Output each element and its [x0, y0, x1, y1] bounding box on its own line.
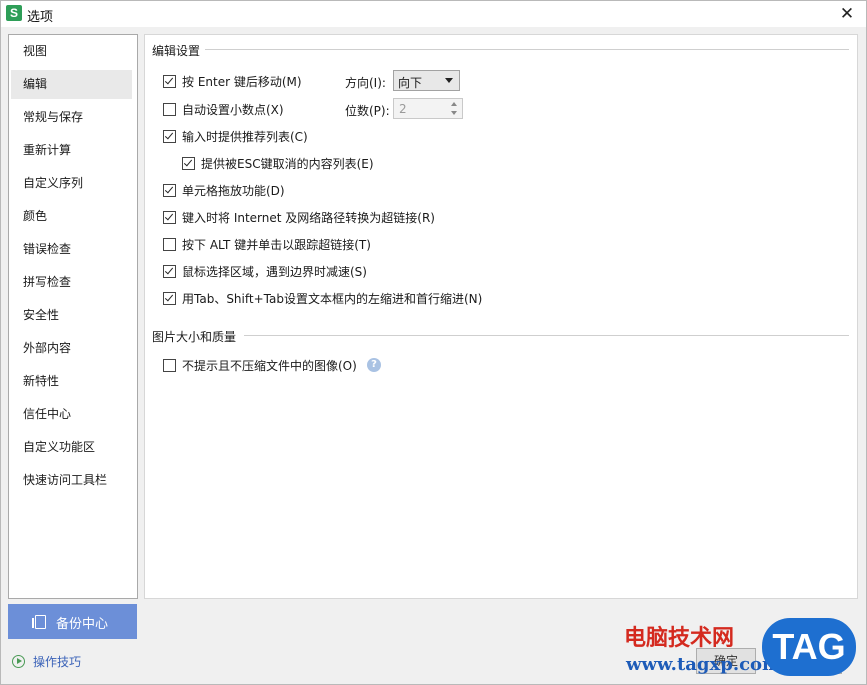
sidebar-item-spell-check[interactable]: 拼写检查 [11, 268, 132, 297]
direction-value: 向下 [398, 76, 423, 90]
sidebar-item-custom-lists[interactable]: 自定义序列 [11, 169, 132, 198]
option-label: 不提示且不压缩文件中的图像(O) [182, 358, 357, 373]
option-label: 鼠标选择区域，遇到边界时减速(S) [182, 264, 367, 279]
sidebar-item-customize-ribbon[interactable]: 自定义功能区 [11, 433, 132, 462]
option-no-compress-images[interactable]: 不提示且不压缩文件中的图像(O) [163, 357, 357, 373]
sidebar-item-view[interactable]: 视图 [11, 37, 132, 66]
checkbox[interactable] [163, 102, 176, 116]
checkbox[interactable] [163, 129, 176, 143]
checkbox[interactable] [163, 291, 176, 305]
direction-label: 方向(I): [345, 76, 386, 90]
section-divider [205, 49, 849, 50]
option-label: 键入时将 Internet 及网络路径转换为超链接(R) [182, 210, 435, 225]
window-title: 选项 [27, 10, 54, 25]
sidebar-item-new-features[interactable]: 新特性 [11, 367, 132, 396]
dropdown-arrow-icon [445, 78, 453, 83]
option-autocomplete-list[interactable]: 输入时提供推荐列表(C) [163, 128, 308, 144]
option-label: 按下 ALT 键并单击以跟踪超链接(T) [182, 237, 371, 252]
option-drag-drop[interactable]: 单元格拖放功能(D) [163, 182, 285, 198]
close-icon: ✕ [839, 4, 855, 24]
backup-center-label: 备份中心 [56, 617, 109, 632]
title-bar: S 选项 ✕ [1, 1, 866, 27]
sidebar-item-general-save[interactable]: 常规与保存 [11, 103, 132, 132]
option-esc-cancel-list[interactable]: 提供被ESC键取消的内容列表(E) [182, 155, 374, 171]
checkbox[interactable] [163, 183, 176, 197]
tips-link[interactable]: 操作技巧 [12, 652, 81, 670]
checkbox[interactable] [163, 264, 176, 278]
sidebar-item-external-content[interactable]: 外部内容 [11, 334, 132, 363]
direction-select[interactable]: 向下 [393, 70, 460, 91]
places-value: 2 [399, 102, 407, 116]
sidebar-item-recalculate[interactable]: 重新计算 [11, 136, 132, 165]
checkbox[interactable] [163, 74, 176, 88]
checkbox[interactable] [163, 237, 176, 251]
sidebar-item-quick-access-toolbar[interactable]: 快速访问工具栏 [11, 466, 132, 495]
section-title-edit: 编辑设置 [152, 44, 201, 58]
checkbox[interactable] [182, 156, 195, 170]
close-button[interactable]: ✕ [836, 3, 858, 25]
option-label: 用Tab、Shift+Tab设置文本框内的左缩进和首行缩进(N) [182, 291, 483, 306]
sidebar-item-error-check[interactable]: 错误检查 [11, 235, 132, 264]
play-icon [12, 654, 25, 668]
option-auto-decimal[interactable]: 自动设置小数点(X) [163, 101, 284, 117]
sidebar-item-colors[interactable]: 颜色 [11, 202, 132, 231]
option-alt-click-hyperlink[interactable]: 按下 ALT 键并单击以跟踪超链接(T) [163, 236, 371, 252]
sidebar-item-security[interactable]: 安全性 [11, 301, 132, 330]
sidebar-item-edit[interactable]: 编辑 [11, 70, 132, 99]
option-label: 输入时提供推荐列表(C) [182, 129, 308, 144]
help-icon[interactable]: ? [367, 358, 381, 372]
places-stepper[interactable]: 2 [393, 98, 463, 119]
cancel-button[interactable]: 取消 [782, 648, 842, 674]
option-label: 自动设置小数点(X) [182, 102, 284, 117]
checkbox[interactable] [163, 358, 176, 372]
spin-down-icon[interactable] [448, 109, 461, 118]
option-tab-indent[interactable]: 用Tab、Shift+Tab设置文本框内的左缩进和首行缩进(N) [163, 290, 482, 306]
option-auto-hyperlink[interactable]: 键入时将 Internet 及网络路径转换为超链接(R) [163, 209, 435, 225]
options-sidebar: 视图 编辑 常规与保存 重新计算 自定义序列 颜色 错误检查 拼写检查 安全性 … [8, 34, 138, 599]
checkbox[interactable] [163, 210, 176, 224]
option-label: 提供被ESC键取消的内容列表(E) [201, 156, 374, 171]
section-divider [244, 335, 849, 336]
section-title-image: 图片大小和质量 [152, 330, 237, 344]
options-content: 编辑设置 按 Enter 键后移动(M) 方向(I): 向下 自动设置小数点(X… [144, 34, 858, 599]
option-label: 按 Enter 键后移动(M) [182, 74, 302, 89]
app-icon: S [6, 5, 22, 21]
option-move-after-enter[interactable]: 按 Enter 键后移动(M) [163, 73, 302, 89]
ok-button[interactable]: 确定 [696, 648, 756, 674]
places-label: 位数(P): [345, 104, 390, 118]
option-selection-slowdown[interactable]: 鼠标选择区域，遇到边界时减速(S) [163, 263, 367, 279]
sidebar-item-trust-center[interactable]: 信任中心 [11, 400, 132, 429]
tips-label: 操作技巧 [33, 654, 82, 669]
backup-icon [32, 615, 46, 629]
spin-up-icon[interactable] [448, 100, 461, 109]
backup-center-button[interactable]: 备份中心 [8, 604, 137, 639]
option-label: 单元格拖放功能(D) [182, 183, 285, 198]
